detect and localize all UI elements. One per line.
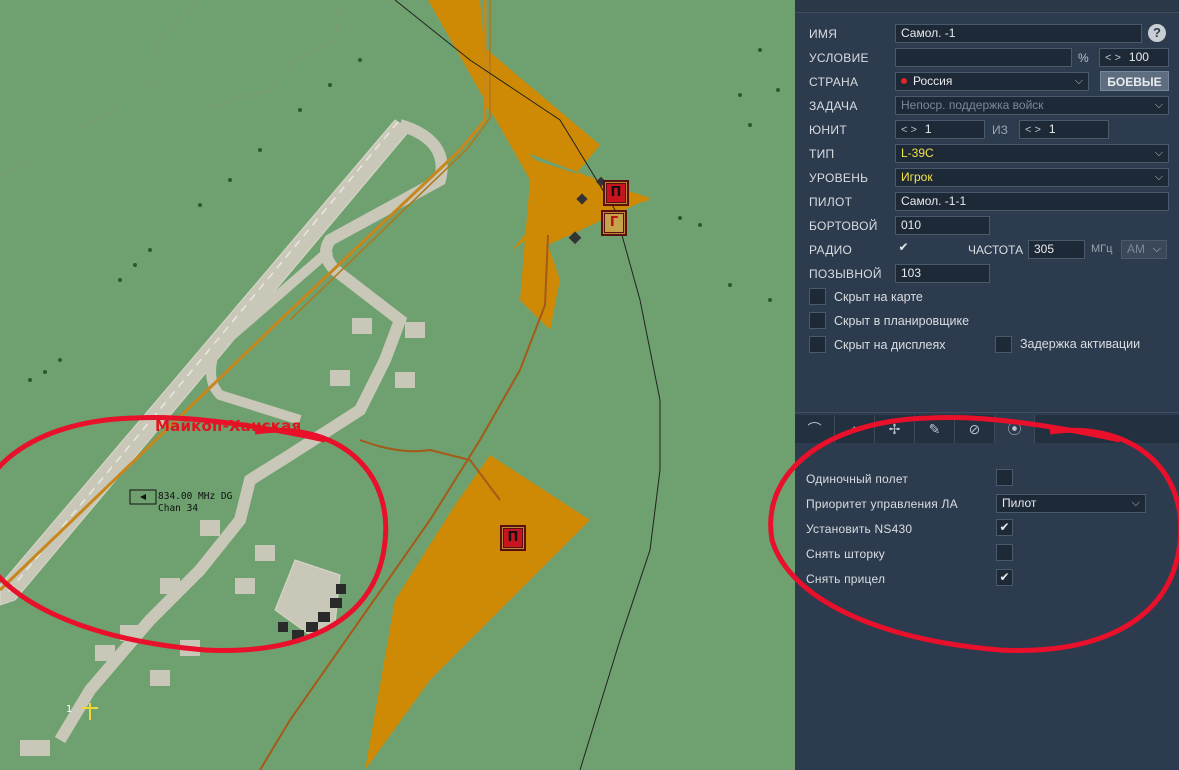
task-label: ЗАДАЧА: [809, 99, 858, 113]
of-value: 1: [1048, 122, 1056, 136]
late-activation-checkbox[interactable]: [995, 336, 1012, 353]
stepper-arrows-icon[interactable]: < >: [901, 124, 917, 136]
single-flight-label: Одиночный полет: [806, 472, 909, 486]
task-value: Непоср. поддержка войск: [901, 98, 1044, 112]
remove-sight-checkbox[interactable]: ✔: [996, 569, 1013, 586]
hidden-on-map-checkbox[interactable]: [809, 288, 826, 305]
type-value: L-39C: [901, 146, 934, 160]
board-number-label: БОРТОВОЙ: [809, 219, 878, 233]
chevron-down-icon: ⌵: [1152, 243, 1161, 255]
callsign-label: ПОЗЫВНОЙ: [809, 267, 882, 281]
tab-targets[interactable]: ⌖: [835, 415, 875, 443]
panel-top-edge: [795, 0, 1179, 13]
target-icon: ⌖: [850, 420, 859, 437]
remove-curtain-checkbox[interactable]: [996, 544, 1013, 561]
hidden-in-planner-checkbox[interactable]: [809, 312, 826, 329]
frequency-unit: МГц: [1091, 243, 1113, 255]
unit-marker-glyph: П: [503, 528, 523, 548]
stepper-arrows-icon[interactable]: < >: [1025, 124, 1041, 136]
combat-button[interactable]: БОЕВЫЕ: [1100, 71, 1169, 91]
block-icon: ⊘: [968, 420, 981, 437]
name-label: ИМЯ: [809, 27, 838, 41]
skill-select[interactable]: Игрок ⌵: [895, 168, 1169, 187]
tab-edit[interactable]: ✎: [915, 415, 955, 443]
country-select[interactable]: Россия ⌵: [895, 72, 1089, 91]
unit-properties-panel: ИМЯ Самол. -1 ? УСЛОВИЕ % < >100 СТРАНА …: [795, 0, 1179, 770]
tab-route[interactable]: ⌒: [795, 415, 835, 443]
loadout-icon: ✢: [888, 420, 901, 437]
control-priority-select[interactable]: Пилот ⌵: [996, 494, 1146, 513]
task-select[interactable]: Непоср. поддержка войск ⌵: [895, 96, 1169, 115]
section-divider: [795, 412, 1179, 413]
chevron-down-icon: ⌵: [1074, 75, 1083, 87]
hidden-on-map-label: Скрыт на карте: [834, 290, 923, 304]
waypoint-number: 1: [66, 704, 73, 715]
modulation-value: AM: [1127, 242, 1145, 256]
unit-marker[interactable]: Г: [601, 210, 627, 236]
radio-checkbox[interactable]: ✔: [895, 240, 912, 257]
unit-stepper[interactable]: < > 1: [895, 120, 985, 139]
map-canvas[interactable]: [0, 0, 795, 770]
late-activation-label: Задержка активации: [1020, 337, 1141, 351]
pilot-field[interactable]: Самол. -1-1: [895, 192, 1169, 211]
skill-value: Игрок: [901, 170, 933, 184]
name-field[interactable]: Самол. -1: [895, 24, 1142, 43]
install-ns430-checkbox[interactable]: ✔: [996, 519, 1013, 536]
hidden-on-displays-checkbox[interactable]: [809, 336, 826, 353]
remove-curtain-label: Снять шторку: [806, 547, 885, 561]
remove-sight-label: Снять прицел: [806, 572, 886, 586]
chevron-down-icon: ⌵: [1154, 171, 1163, 183]
frequency-field[interactable]: 305: [1028, 240, 1085, 259]
beacon-label: 834.00 MHz DG Chan 34: [158, 491, 232, 515]
route-icon: ⌒: [807, 421, 822, 437]
single-flight-checkbox[interactable]: [996, 469, 1013, 486]
modulation-select[interactable]: AM ⌵: [1121, 240, 1167, 259]
radio-signal-icon: ⦿: [1007, 421, 1022, 437]
mission-map[interactable]: Майкоп-Ханская 834.00 MHz DG Chan 34 1 П…: [0, 0, 795, 770]
pencil-icon: ✎: [928, 420, 941, 437]
chevron-down-icon: ⌵: [1154, 147, 1163, 159]
of-label: ИЗ: [992, 123, 1008, 137]
country-label: СТРАНА: [809, 75, 859, 89]
control-priority-label: Приоритет управления ЛА: [806, 497, 958, 511]
chevron-down-icon: ⌵: [1154, 99, 1163, 111]
airfield-label: Майкоп-Ханская: [155, 417, 302, 435]
unit-marker-glyph: Г: [604, 213, 624, 233]
condition-percent-stepper[interactable]: < > 100: [1099, 48, 1169, 67]
beacon-channel: Chan 34: [158, 503, 199, 514]
unit-marker-glyph: П: [606, 183, 626, 203]
hidden-on-displays-label: Скрыт на дисплеях: [834, 338, 946, 352]
beacon-frequency: 834.00 MHz DG: [158, 491, 233, 502]
of-stepper[interactable]: < > 1: [1019, 120, 1109, 139]
chevron-down-icon: ⌵: [1131, 497, 1140, 509]
unit-marker[interactable]: П: [500, 525, 526, 551]
percent-sign: %: [1078, 51, 1089, 65]
pilot-label: ПИЛОТ: [809, 195, 853, 209]
install-ns430-label: Установить NS430: [806, 522, 913, 536]
unit-label: ЮНИТ: [809, 123, 847, 137]
country-value: Россия: [913, 74, 953, 88]
stepper-arrows-icon[interactable]: < >: [1105, 52, 1121, 64]
radio-label: РАДИО: [809, 243, 853, 257]
condition-field[interactable]: [895, 48, 1072, 67]
condition-label: УСЛОВИЕ: [809, 51, 869, 65]
callsign-field[interactable]: 103: [895, 264, 990, 283]
unit-value: 1: [924, 122, 932, 136]
type-select[interactable]: L-39C ⌵: [895, 144, 1169, 163]
frequency-label: ЧАСТОТА: [968, 243, 1024, 257]
help-icon[interactable]: ?: [1148, 24, 1166, 42]
tab-loadout[interactable]: ✢: [875, 415, 915, 443]
control-priority-value: Пилот: [1002, 496, 1037, 510]
tab-restrictions[interactable]: ⊘: [955, 415, 995, 443]
unit-marker[interactable]: П: [603, 180, 629, 206]
hidden-in-planner-label: Скрыт в планировщике: [834, 314, 970, 328]
type-label: ТИП: [809, 147, 835, 161]
condition-percent-value: 100: [1128, 50, 1149, 64]
country-flag-icon: [901, 77, 907, 84]
skill-label: УРОВЕНЬ: [809, 171, 869, 185]
tab-radio[interactable]: ⦿: [995, 415, 1035, 443]
board-number-field[interactable]: 010: [895, 216, 990, 235]
properties-tab-bar: ⌒ ⌖ ✢ ✎ ⊘ ⦿: [795, 415, 1179, 443]
